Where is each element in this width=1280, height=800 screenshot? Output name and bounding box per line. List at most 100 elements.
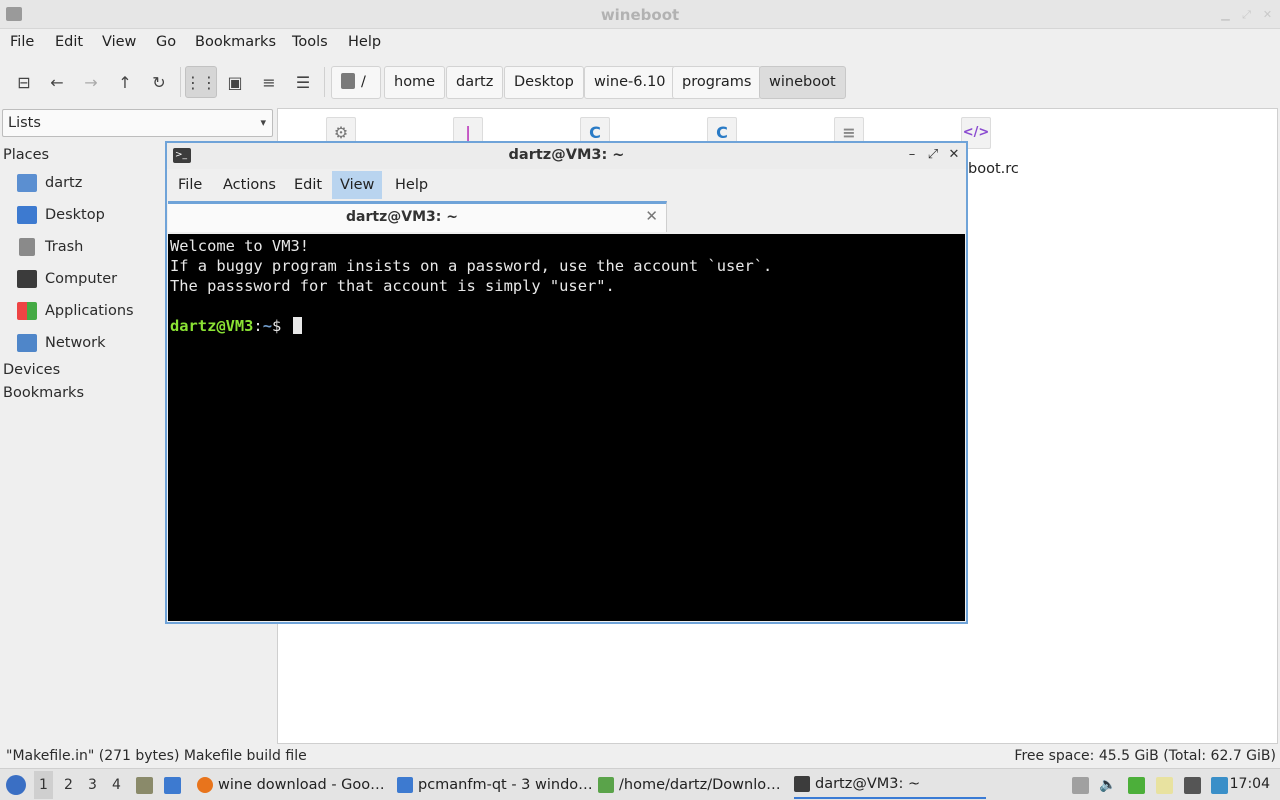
desktop-switch-2[interactable]: 2 [64,777,73,793]
sidebar-item-network[interactable]: Network [17,331,106,355]
detailed-list-view-icon[interactable]: ☰ [290,69,316,95]
icon-view-icon[interactable]: ⋮⋮ [185,66,217,98]
file-manager-launcher-icon[interactable] [136,777,153,794]
task-archive[interactable]: /home/dartz/Downlo… [598,771,781,799]
close-icon[interactable]: ✕ [1262,9,1273,20]
task-firefox[interactable]: wine download - Goo… [197,771,385,799]
up-icon[interactable]: ↑ [112,69,138,95]
task-label: wine download - Goo… [218,777,385,793]
home-folder-icon [17,174,37,192]
terminal-window-title: dartz@VM3: ~ [508,147,625,163]
show-desktop-icon[interactable] [164,777,181,794]
prompt-symbol: $ [271,317,282,335]
breadcrumb-home[interactable]: home [384,66,446,99]
terminal-icon [794,776,810,792]
task-terminal[interactable]: dartz@VM3: ~ [794,771,986,799]
breadcrumb-dartz[interactable]: dartz [446,66,504,99]
sidebar-item-label: Desktop [45,207,105,223]
thumbnail-view-icon[interactable]: ▣ [222,69,248,95]
breadcrumb-programs[interactable]: programs [672,66,762,99]
network-icon [17,334,37,352]
volume-icon[interactable]: 🔈 [1099,777,1116,794]
maximize-icon[interactable]: ⤢ [926,147,940,163]
compact-view-icon[interactable]: ≡ [256,69,282,95]
sidebar-item-label: Computer [45,271,118,287]
sidebar-item-label: Network [45,335,106,351]
breadcrumb-wine[interactable]: wine-6.10 [584,66,676,99]
status-free-space: Free space: 45.5 GiB (Total: 62.7 GiB) [1014,748,1276,764]
maximize-icon[interactable]: ⤢ [1241,9,1252,20]
sidebar-item-desktop[interactable]: Desktop [17,203,105,227]
menu-view[interactable]: View [102,34,136,50]
sidebar-item-computer[interactable]: Computer [17,267,117,291]
terminal-prompt-line: dartz@VM3:~$ [170,316,963,336]
back-icon[interactable]: ← [44,69,70,95]
chevron-down-icon: ▾ [260,116,266,129]
network-tray-icon[interactable] [1184,777,1201,794]
sidebar-item-trash[interactable]: Trash [17,235,83,259]
desktop-switch-3[interactable]: 3 [88,777,97,793]
archive-icon [598,777,614,793]
bookmarks-header[interactable]: Bookmarks [3,385,84,401]
sidebar-view-select[interactable]: Lists ▾ [2,109,273,137]
toolbar-separator [180,67,181,97]
sidebar-item-label: Applications [45,303,134,319]
applications-icon [17,302,37,320]
terminal-line: If a buggy program insists on a password… [170,257,773,275]
desktop-switch-1[interactable]: 1 [34,771,53,799]
terminal-tab-label: dartz@VM3: ~ [346,209,458,225]
terminal-menu-help[interactable]: Help [387,171,436,199]
menu-bookmarks[interactable]: Bookmarks [195,34,276,50]
info-icon[interactable] [1211,777,1228,794]
terminal-menu-actions[interactable]: Actions [215,171,284,199]
prompt-user: dartz@VM3 [170,317,254,335]
new-tab-icon[interactable]: ⊟ [11,69,37,95]
menu-file[interactable]: File [10,34,34,50]
clipboard-icon[interactable] [1072,777,1089,794]
status-selection-info: "Makefile.in" (271 bytes) Makefile build… [6,748,307,764]
terminal-tab[interactable]: dartz@VM3: ~ ✕ [168,201,667,232]
update-notifier-icon[interactable] [1128,777,1145,794]
terminal-output[interactable]: Welcome to VM3! If a buggy program insist… [168,234,965,621]
sidebar-item-applications[interactable]: Applications [17,299,134,323]
reload-icon[interactable]: ↻ [146,69,172,95]
fm-toolbar: ⊟ ← → ↑ ↻ ⋮⋮ ▣ ≡ ☰ / home dartz Desktop … [0,57,1280,107]
notes-icon[interactable] [1156,777,1173,794]
forward-icon[interactable]: → [78,69,104,95]
minimize-icon[interactable]: ▁ [1220,9,1231,20]
firefox-icon [197,777,213,793]
sidebar-view-select-value: Lists [8,115,41,131]
terminal-menu-file[interactable]: File [170,171,210,199]
terminal-menu-edit[interactable]: Edit [286,171,330,199]
task-pcmanfm[interactable]: pcmanfm-qt - 3 windo… [397,771,593,799]
sidebar-item-label: dartz [45,175,83,191]
clock[interactable]: 17:04 [1230,776,1270,792]
breadcrumb-desktop[interactable]: Desktop [504,66,584,99]
taskbar: 1 2 3 4 wine download - Goo… pcmanfm-qt … [0,768,1280,800]
task-label: pcmanfm-qt - 3 windo… [418,777,593,793]
close-icon[interactable]: ✕ [947,147,961,163]
terminal-titlebar[interactable]: >_ dartz@VM3: ~ – ⤢ ✕ [167,143,966,169]
prompt-separator: : [253,317,263,335]
breadcrumb-root[interactable]: / [331,66,381,99]
file-label[interactable]: boot.rc [968,161,1019,177]
fm-titlebar: wineboot ▁ ⤢ ✕ [0,0,1280,29]
sidebar-item-dartz[interactable]: dartz [17,171,82,195]
places-header[interactable]: Places [3,147,49,163]
close-tab-icon[interactable]: ✕ [645,207,658,225]
terminal-window[interactable]: >_ dartz@VM3: ~ – ⤢ ✕ File Actions Edit … [165,141,968,624]
trash-icon [19,238,35,256]
breadcrumb-wineboot[interactable]: wineboot [759,66,846,99]
menu-tools[interactable]: Tools [292,34,328,50]
terminal-line: Welcome to VM3! [170,237,309,255]
root-drive-icon [341,73,355,89]
minimize-icon[interactable]: – [905,147,919,163]
desktop-switch-4[interactable]: 4 [112,777,121,793]
menu-edit[interactable]: Edit [55,34,83,50]
text-cursor [292,317,302,334]
menu-help[interactable]: Help [348,34,381,50]
menu-go[interactable]: Go [156,34,176,50]
terminal-menu-view[interactable]: View [332,171,383,199]
devices-header[interactable]: Devices [3,362,60,378]
start-menu-icon[interactable] [6,775,26,795]
